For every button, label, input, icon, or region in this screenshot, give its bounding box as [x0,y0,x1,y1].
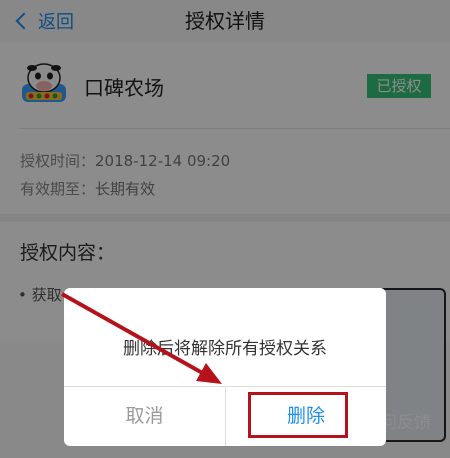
cancel-button[interactable]: 取消 [64,387,225,446]
dialog-message: 删除后将解除所有授权关系 [123,339,327,359]
annotation-highlight-box [248,392,348,438]
